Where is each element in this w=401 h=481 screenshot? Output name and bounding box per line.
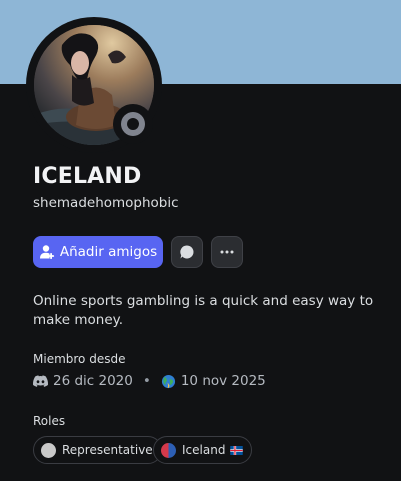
username[interactable]: shemadehomophobic	[33, 195, 179, 211]
server-icon	[161, 374, 175, 388]
role-color-dot	[161, 442, 176, 458]
discord-join-date: 26 dic 2020	[53, 373, 133, 389]
server-join-date: 10 nov 2025	[180, 373, 266, 389]
roles-label: Roles	[33, 414, 66, 428]
role-chip-representative[interactable]: Representative	[33, 436, 162, 464]
message-button[interactable]	[171, 236, 203, 268]
ellipsis-icon	[220, 250, 234, 254]
add-friend-label: Añadir amigos	[59, 244, 158, 260]
more-options-button[interactable]	[211, 236, 243, 268]
member-since-row: 26 dic 2020 • 10 nov 2025	[33, 372, 266, 390]
role-name: Representative	[62, 443, 153, 457]
discord-logo-icon	[33, 375, 48, 387]
member-since-label: Miembro desde	[33, 352, 126, 366]
role-name: Iceland	[182, 443, 226, 457]
separator-dot: •	[142, 373, 151, 389]
add-friend-button[interactable]: Añadir amigos	[33, 236, 163, 268]
bio-text: Online sports gambling is a quick and ea…	[33, 293, 374, 328]
speech-bubble-icon	[180, 245, 194, 259]
role-chip-iceland[interactable]: Iceland	[153, 436, 253, 464]
role-color-dot	[41, 442, 56, 458]
offline-status-icon	[121, 112, 145, 136]
add-friend-icon	[39, 245, 54, 259]
iceland-flag-icon	[230, 445, 244, 455]
display-name: ICELAND	[33, 164, 142, 189]
